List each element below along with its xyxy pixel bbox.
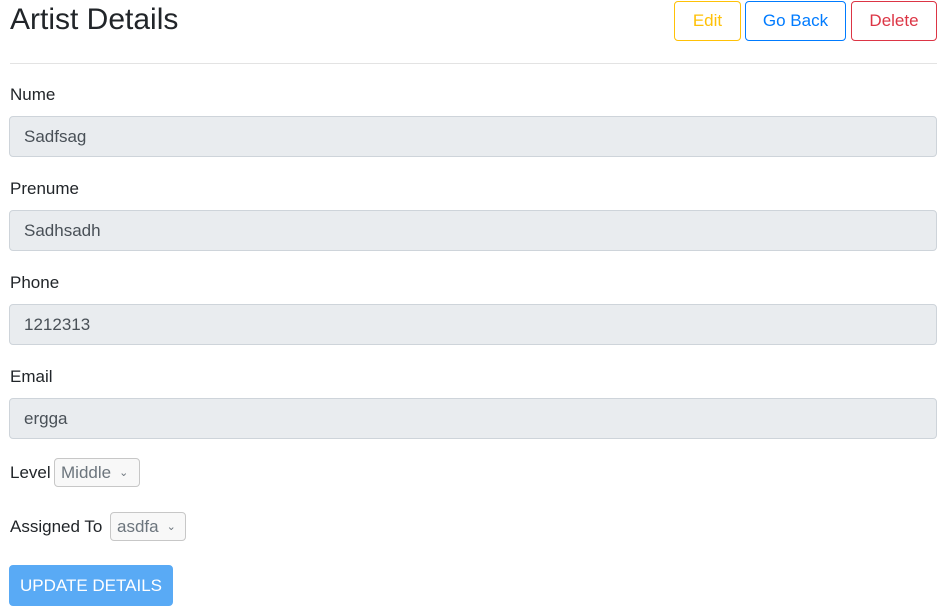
email-field[interactable] — [9, 398, 937, 439]
level-select-value: Middle — [61, 462, 112, 482]
prenume-field[interactable] — [9, 210, 937, 251]
phone-field[interactable] — [9, 304, 937, 345]
header-divider — [10, 63, 937, 64]
assigned-to-label: Assigned To — [10, 517, 103, 536]
level-label: Level — [10, 463, 51, 482]
chevron-down-icon: ⌄ — [119, 467, 129, 479]
email-label: Email — [10, 367, 53, 386]
prenume-label: Prenume — [10, 179, 79, 198]
go-back-button[interactable]: Go Back — [745, 1, 846, 41]
update-details-button[interactable]: UPDATE DETAILS — [9, 565, 173, 606]
assigned-to-select[interactable]: asdfa ⌄ — [110, 512, 186, 541]
nume-field[interactable] — [9, 116, 937, 157]
nume-label: Nume — [10, 85, 56, 104]
phone-label: Phone — [10, 273, 60, 292]
assigned-to-select-value: asdfa — [117, 516, 159, 536]
delete-button[interactable]: Delete — [851, 1, 937, 41]
chevron-down-icon: ⌄ — [166, 521, 176, 533]
edit-button[interactable]: Edit — [674, 1, 741, 41]
page-title: Artist Details — [10, 3, 179, 36]
level-select[interactable]: Middle ⌄ — [54, 458, 140, 487]
